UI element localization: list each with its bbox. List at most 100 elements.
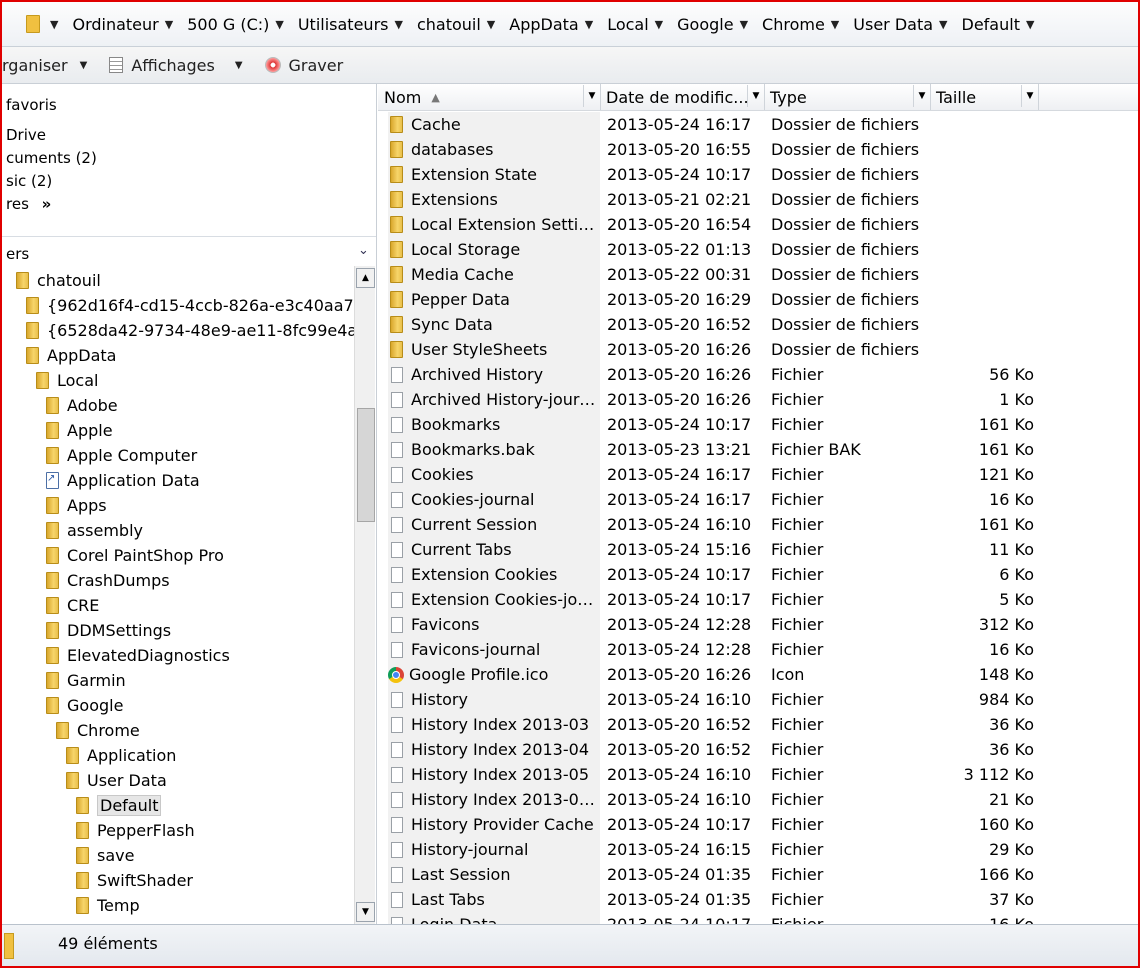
tree-node[interactable]: SwiftShader — [76, 868, 193, 893]
breadcrumb-item[interactable]: Google ▼ — [677, 15, 756, 34]
file-row[interactable]: Extension State 2013-05-24 10:17 Dossier d… — [378, 162, 1138, 187]
breadcrumb-item[interactable]: Ordinateur ▼ — [72, 15, 181, 34]
file-row[interactable]: Cookies-journal 2013-05-24 16:17 Fichier 16… — [378, 487, 1138, 512]
file-row[interactable]: Local Storage 2013-05-22 01:13 Dossier de … — [378, 237, 1138, 262]
favorite-link[interactable]: sic (2) — [6, 172, 52, 190]
tree-node[interactable]: Apple — [46, 418, 113, 443]
file-row[interactable]: History Index 2013-05 2013-05-24 16:10 Fic… — [378, 762, 1138, 787]
tree-node[interactable]: Temp — [76, 893, 140, 918]
favorite-link-more[interactable]: res » — [6, 195, 51, 213]
file-row[interactable]: History Provider Cache 2013-05-24 10:17 Fi… — [378, 812, 1138, 837]
breadcrumb-item[interactable]: chatouil ▼ — [417, 15, 503, 34]
tree-node[interactable]: PepperFlash — [76, 818, 195, 843]
file-row[interactable]: Last Session 2013-05-24 01:35 Fichier 166 K… — [378, 862, 1138, 887]
file-row[interactable]: databases 2013-05-20 16:55 Dossier de fich… — [378, 137, 1138, 162]
file-row[interactable]: Login Data 2013-05-24 10:17 Fichier 16 Ko — [378, 912, 1138, 924]
breadcrumb-item[interactable]: Utilisateurs ▼ — [298, 15, 411, 34]
tree-node[interactable]: Apple Computer — [46, 443, 197, 468]
tree-node[interactable]: Apps — [46, 493, 107, 518]
file-row[interactable]: Archived History-journal 2013-05-20 16:26… — [378, 387, 1138, 412]
chevron-down-icon[interactable]: ▼ — [655, 18, 663, 31]
chevron-down-icon[interactable]: ▼ — [913, 85, 930, 107]
breadcrumb-item[interactable]: AppData ▼ — [509, 15, 601, 34]
chevron-down-icon[interactable]: ▼ — [740, 18, 748, 31]
favorite-link[interactable]: cuments (2) — [6, 149, 97, 167]
tree-node[interactable]: CRE — [46, 593, 99, 618]
column-header-date[interactable]: Date de modific... ▼ — [600, 84, 765, 110]
file-row[interactable]: Pepper Data 2013-05-20 16:29 Dossier de fi… — [378, 287, 1138, 312]
chevron-down-icon[interactable]: ▼ — [487, 18, 495, 31]
scroll-down-icon[interactable]: ▼ — [356, 902, 375, 922]
breadcrumb-item[interactable]: Local ▼ — [607, 15, 671, 34]
chevron-down-icon[interactable]: ▼ — [939, 18, 947, 31]
tree-node[interactable]: Application — [66, 743, 176, 768]
tree-node[interactable]: Google — [46, 693, 123, 718]
tree-scrollbar[interactable]: ▲ ▼ — [354, 266, 375, 924]
chevron-down-icon[interactable]: ▼ — [831, 18, 839, 31]
tree-node[interactable]: Chrome — [56, 718, 140, 743]
file-row[interactable]: History Index 2013-05-... 2013-05-24 16:1… — [378, 787, 1138, 812]
breadcrumb-item[interactable]: 500 G (C:) ▼ — [187, 15, 292, 34]
chevron-down-icon[interactable]: ▼ — [585, 18, 593, 31]
file-row[interactable]: Local Extension Settings 2013-05-20 16:54… — [378, 212, 1138, 237]
breadcrumb-item[interactable]: Default ▼ — [962, 15, 1043, 34]
file-row[interactable]: Cookies 2013-05-24 16:17 Fichier 121 Ko — [378, 462, 1138, 487]
file-row[interactable]: Last Tabs 2013-05-24 01:35 Fichier 37 Ko — [378, 887, 1138, 912]
file-row[interactable]: Bookmarks 2013-05-24 10:17 Fichier 161 Ko — [378, 412, 1138, 437]
scroll-thumb[interactable] — [357, 408, 375, 522]
scroll-up-icon[interactable]: ▲ — [356, 268, 375, 288]
file-row[interactable]: Sync Data 2013-05-20 16:52 Dossier de fich… — [378, 312, 1138, 337]
breadcrumb-item[interactable]: User Data ▼ — [853, 15, 955, 34]
tree-node[interactable]: AppData — [26, 343, 116, 368]
file-row[interactable]: Media Cache 2013-05-22 00:31 Dossier de fi… — [378, 262, 1138, 287]
file-row[interactable]: Favicons-journal 2013-05-24 12:28 Fichier 1… — [378, 637, 1138, 662]
views-button[interactable]: Affichages ▼ — [109, 56, 243, 75]
file-row[interactable]: Favicons 2013-05-24 12:28 Fichier 312 Ko — [378, 612, 1138, 637]
column-header-size[interactable]: Taille ▼ — [930, 84, 1039, 110]
file-row[interactable]: Archived History 2013-05-20 16:26 Fichier 5… — [378, 362, 1138, 387]
file-row[interactable]: Google Profile.ico 2013-05-20 16:26 Icon 14… — [378, 662, 1138, 687]
chevron-down-icon[interactable]: ▼ — [583, 85, 600, 107]
file-row[interactable]: Bookmarks.bak 2013-05-23 13:21 Fichier BAK… — [378, 437, 1138, 462]
tree-node[interactable]: DDMSettings — [46, 618, 171, 643]
chevron-down-icon[interactable]: ▼ — [394, 18, 402, 31]
chevron-down-icon[interactable]: ▼ — [747, 85, 764, 107]
favorite-link[interactable]: Drive — [6, 126, 46, 144]
organize-button[interactable]: rganiser ▼ — [2, 56, 87, 75]
file-row[interactable]: History 2013-05-24 16:10 Fichier 984 Ko — [378, 687, 1138, 712]
folders-header[interactable]: ers ⌄ — [2, 236, 376, 267]
file-row[interactable]: History-journal 2013-05-24 16:15 Fichier 29… — [378, 837, 1138, 862]
file-row[interactable]: User StyleSheets 2013-05-20 16:26 Dossier … — [378, 337, 1138, 362]
tree-node[interactable]: Application Data — [46, 468, 200, 493]
chevron-down-icon[interactable]: ▼ — [275, 18, 283, 31]
tree-node[interactable]: Local — [36, 368, 98, 393]
file-row[interactable]: History Index 2013-04 2013-05-20 16:52 Fic… — [378, 737, 1138, 762]
chevron-down-icon[interactable]: ▼ — [1021, 85, 1038, 107]
file-row[interactable]: Extensions 2013-05-21 02:21 Dossier de fic… — [378, 187, 1138, 212]
tree-node[interactable]: Default — [76, 793, 162, 818]
tree-node[interactable]: assembly — [46, 518, 143, 543]
tree-node[interactable]: User Data — [66, 768, 167, 793]
tree-node[interactable]: Garmin — [46, 668, 126, 693]
column-header-type[interactable]: Type ▼ — [764, 84, 931, 110]
file-row[interactable]: Current Tabs 2013-05-24 15:16 Fichier 11 Ko — [378, 537, 1138, 562]
burn-button[interactable]: Graver — [264, 56, 343, 75]
file-row[interactable]: Extension Cookies-jour... 2013-05-24 10:1… — [378, 587, 1138, 612]
column-header-name[interactable]: Nom ▲ ▼ — [378, 84, 601, 110]
file-row[interactable]: Current Session 2013-05-24 16:10 Fichier 16… — [378, 512, 1138, 537]
tree-node[interactable]: save — [76, 843, 134, 868]
chevron-down-icon[interactable]: ▼ — [1026, 18, 1034, 31]
breadcrumb-root-arrow[interactable]: ▼ — [44, 18, 66, 31]
file-row[interactable]: History Index 2013-03 2013-05-20 16:52 Fic… — [378, 712, 1138, 737]
tree-node[interactable]: chatouil — [16, 268, 101, 293]
tree-node[interactable]: {962d16f4-cd15-4ccb-826a-e3c40aa7611c — [26, 293, 354, 318]
tree-node[interactable]: {6528da42-9734-48e9-ae11-8fc99e4a54ef — [26, 318, 354, 343]
address-bar[interactable]: ▼ Ordinateur ▼ 500 G (C:) ▼ Utilisateurs ▼ cha… — [2, 2, 1138, 47]
file-row[interactable]: Extension Cookies 2013-05-24 10:17 Fichier… — [378, 562, 1138, 587]
tree-node[interactable]: Adobe — [46, 393, 118, 418]
breadcrumb-item[interactable]: Chrome ▼ — [762, 15, 847, 34]
tree-node[interactable]: Corel PaintShop Pro — [46, 543, 224, 568]
tree-node[interactable]: CrashDumps — [46, 568, 170, 593]
file-row[interactable]: Cache 2013-05-24 16:17 Dossier de fichiers — [378, 112, 1138, 137]
tree-node[interactable]: ElevatedDiagnostics — [46, 643, 230, 668]
